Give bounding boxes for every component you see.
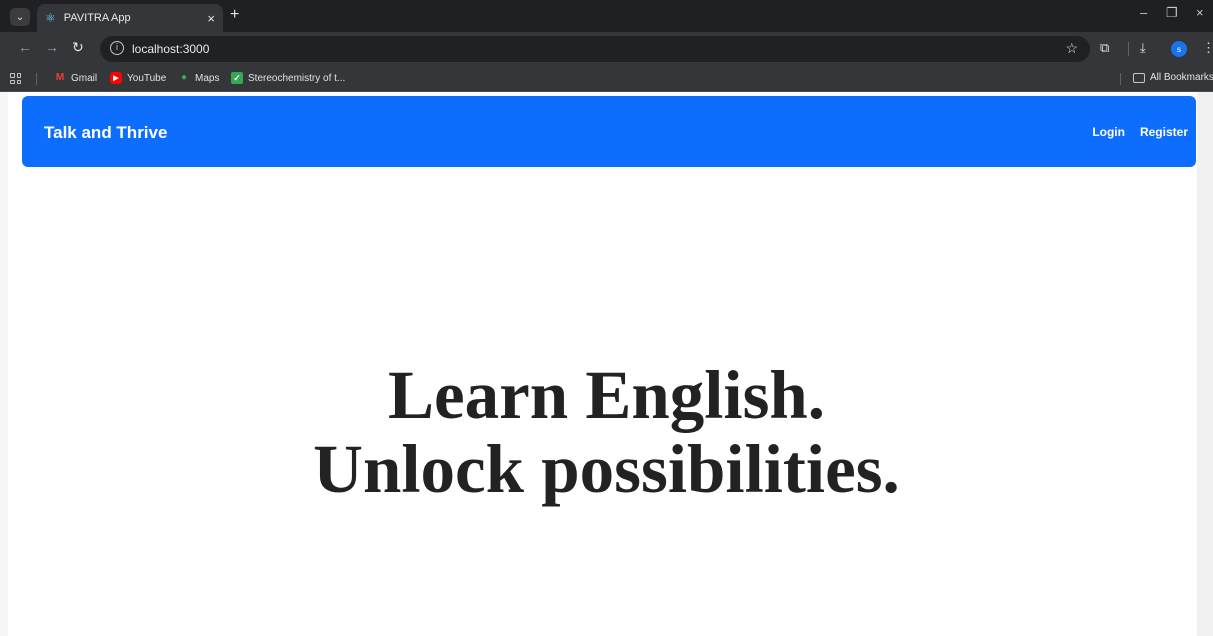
bookmarks-bar: M Gmail ▶ YouTube ● Maps ✓ Stereochemist…	[0, 66, 1213, 92]
bookmark-label: Stereochemistry of t...	[248, 72, 346, 84]
profile-avatar[interactable]: s	[1171, 41, 1187, 57]
hero-line-1: Learn English.	[387, 357, 826, 433]
restore-icon[interactable]: ❐	[1166, 5, 1178, 21]
reload-icon[interactable]: ↻	[72, 40, 84, 54]
bookmark-maps[interactable]: ● Maps	[178, 72, 219, 84]
new-tab-icon[interactable]: +	[230, 6, 239, 24]
browser-window: ⌄ ⚛ PAVITRA App × + – ❐ × ← → ↻ i localh…	[0, 0, 1213, 636]
bookmark-label: YouTube	[127, 72, 167, 84]
url-text[interactable]: localhost:3000	[132, 42, 209, 56]
bookmarks-divider	[36, 73, 37, 85]
hero-headline: Learn English. Unlock possibilities.	[0, 358, 1213, 506]
extensions-puzzle-icon[interactable]: ⧉	[1100, 41, 1109, 54]
bookmark-star-icon[interactable]: ☆	[1065, 40, 1078, 57]
nav-links: Login Register	[1092, 125, 1188, 139]
browser-toolbar: ← → ↻ i localhost:3000 ☆ ⧉ ⤓ s ⋮	[0, 32, 1213, 66]
register-link[interactable]: Register	[1140, 125, 1188, 139]
all-bookmarks-folder[interactable]: All Bookmarks	[1133, 72, 1213, 83]
tab-strip: ⌄ ⚛ PAVITRA App × + – ❐ ×	[0, 0, 1213, 32]
menu-kebab-icon[interactable]: ⋮	[1202, 41, 1213, 54]
tab-search-button[interactable]: ⌄	[10, 8, 30, 26]
site-info-icon[interactable]: i	[110, 41, 124, 55]
login-link[interactable]: Login	[1092, 125, 1125, 139]
forward-arrow-icon[interactable]: →	[45, 40, 59, 54]
minimize-icon[interactable]: –	[1140, 5, 1147, 20]
tab-title: PAVITRA App	[63, 12, 131, 24]
folder-icon	[1133, 72, 1145, 83]
youtube-icon: ▶	[110, 72, 122, 84]
bookmark-youtube[interactable]: ▶ YouTube	[110, 72, 166, 84]
toolbar-divider	[1128, 42, 1129, 56]
bookmark-stereochemistry[interactable]: ✓ Stereochemistry of t...	[231, 72, 345, 84]
close-window-icon[interactable]: ×	[1196, 5, 1204, 20]
bookmark-label: Maps	[195, 72, 220, 84]
browser-tab[interactable]: ⚛ PAVITRA App ×	[37, 4, 223, 32]
address-bar[interactable]: i localhost:3000 ☆	[100, 36, 1090, 62]
checkbox-icon: ✓	[231, 72, 243, 84]
apps-grid-icon[interactable]	[10, 73, 21, 84]
maps-pin-icon: ●	[180, 72, 188, 83]
bookmark-gmail[interactable]: M Gmail	[54, 72, 97, 84]
back-arrow-icon[interactable]: ←	[18, 40, 32, 54]
downloads-icon[interactable]: ⤓	[1140, 41, 1146, 54]
hero-line-2: Unlock possibilities.	[313, 431, 900, 507]
gmail-icon: M	[55, 72, 65, 83]
close-tab-icon[interactable]: ×	[207, 11, 215, 26]
bookmark-label: Gmail	[71, 72, 98, 84]
all-bookmarks-label: All Bookmarks	[1150, 72, 1213, 83]
bookmarks-divider	[1120, 73, 1121, 85]
brand-title[interactable]: Talk and Thrive	[44, 123, 167, 143]
app-navbar: Talk and Thrive Login Register	[22, 96, 1196, 167]
react-atom-icon: ⚛	[45, 11, 56, 25]
